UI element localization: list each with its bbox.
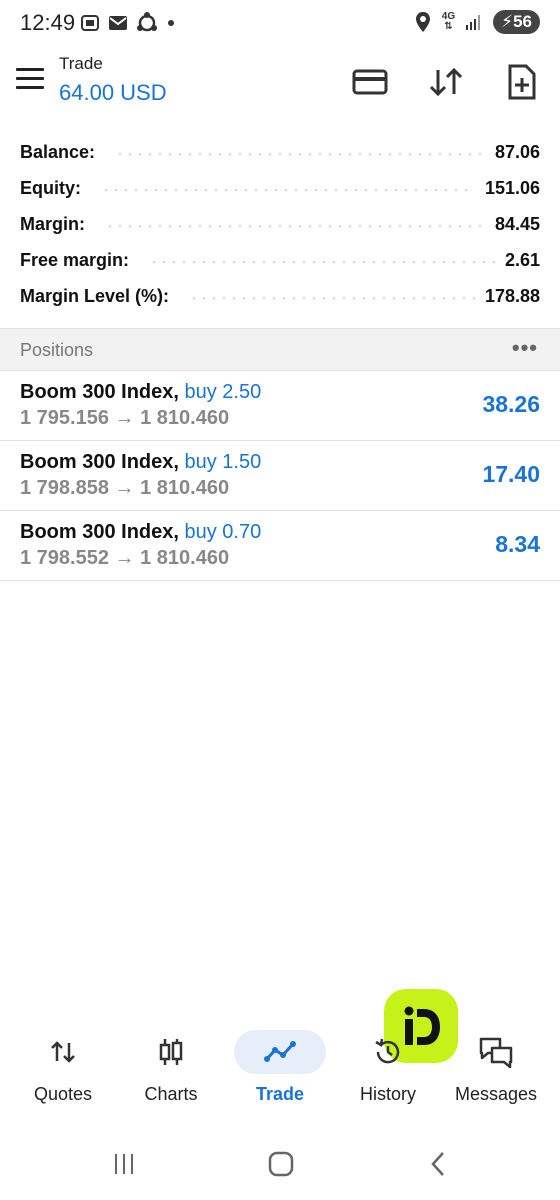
trade-line-icon — [234, 1030, 326, 1074]
position-symbol: Boom 300 Index, — [20, 521, 179, 543]
candlestick-icon — [125, 1030, 217, 1074]
positions-list: Boom 300 Index, buy 2.50 1 795.156 → 1 8… — [0, 371, 560, 581]
card-icon[interactable] — [350, 62, 390, 102]
summary-label: Margin Level (%): — [20, 285, 170, 306]
nav-label: Quotes — [33, 1084, 93, 1104]
summary-value: 2.61 — [504, 249, 540, 270]
battery-level: 56 — [513, 12, 532, 31]
quotes-arrows-icon — [17, 1030, 109, 1074]
summary-label: Margin: — [20, 213, 85, 234]
summary-row-equity: Equity: 151.06 — [0, 170, 560, 206]
back-icon[interactable] — [418, 1148, 458, 1180]
app-header: Trade 64.00 USD — [0, 50, 560, 120]
position-title: Boom 300 Index, buy 1.50 — [20, 451, 261, 474]
more-options-icon[interactable]: ••• — [512, 335, 538, 361]
new-document-icon[interactable] — [502, 62, 542, 102]
position-symbol: Boom 300 Index, — [20, 381, 179, 403]
page-title: Trade — [59, 54, 103, 73]
summary-label: Free margin: — [20, 249, 130, 270]
status-bar: 12:49 4G ⇅ ⚡56 — [0, 0, 560, 48]
nav-messages[interactable]: Messages — [441, 1030, 551, 1120]
position-row[interactable]: Boom 300 Index, buy 1.50 1 798.858 → 1 8… — [0, 441, 560, 511]
summary-value: 151.06 — [484, 177, 540, 198]
battery-icon: ⚡56 — [493, 10, 540, 34]
home-icon[interactable] — [261, 1148, 301, 1180]
position-prices: 1 798.552 → 1 810.460 — [20, 547, 230, 569]
status-time: 12:49 — [20, 10, 76, 35]
dotted-leader — [149, 261, 495, 263]
position-profit: 17.40 — [482, 461, 540, 487]
position-title: Boom 300 Index, buy 0.70 — [20, 521, 261, 544]
status-icons-right: 4G ⇅ ⚡56 — [414, 10, 540, 34]
position-side: buy 1.50 — [184, 451, 262, 473]
network-indicator: 4G ⇅ — [441, 11, 456, 32]
summary-value: 84.45 — [494, 213, 540, 234]
nav-label: Charts — [144, 1084, 198, 1104]
screenshot-icon — [81, 15, 99, 31]
positions-header: Positions ••• — [0, 328, 560, 371]
summary-row-margin: Margin: 84.45 — [0, 206, 560, 242]
summary-label: Balance: — [20, 141, 96, 162]
nav-label: Messages — [454, 1084, 538, 1104]
sort-arrows-icon[interactable] — [426, 62, 466, 102]
positions-title: Positions — [20, 340, 94, 360]
position-side: buy 2.50 — [184, 381, 262, 403]
system-navigation — [0, 1140, 560, 1190]
dotted-leader — [115, 153, 485, 155]
nav-charts[interactable]: Charts — [116, 1030, 226, 1120]
sync-icon — [137, 12, 157, 32]
summary-value: 178.88 — [484, 285, 540, 306]
position-title: Boom 300 Index, buy 2.50 — [20, 381, 261, 404]
position-profit: 38.26 — [482, 391, 540, 417]
signal-icon — [466, 15, 481, 30]
account-summary: Balance: 87.06 Equity: 151.06 Margin: 84… — [0, 134, 560, 314]
recent-apps-icon[interactable] — [104, 1148, 144, 1180]
position-symbol: Boom 300 Index, — [20, 451, 179, 473]
summary-label: Equity: — [20, 177, 81, 198]
summary-row-balance: Balance: 87.06 — [0, 134, 560, 170]
nav-quotes[interactable]: Quotes — [8, 1030, 118, 1120]
status-icons-left — [80, 12, 176, 34]
nav-history[interactable]: History — [333, 1030, 443, 1120]
messages-icon — [450, 1030, 542, 1074]
summary-row-free-margin: Free margin: 2.61 — [0, 242, 560, 278]
summary-value: 87.06 — [494, 141, 540, 162]
position-prices: 1 795.156 → 1 810.460 — [20, 407, 230, 429]
account-balance[interactable]: 64.00 USD — [59, 80, 167, 106]
mail-icon — [109, 16, 127, 30]
dotted-leader — [189, 297, 475, 299]
nav-label: History — [359, 1084, 416, 1104]
position-profit: 8.34 — [495, 531, 540, 557]
menu-icon[interactable] — [16, 68, 44, 90]
nav-label: Trade — [255, 1084, 305, 1104]
nav-trade[interactable]: Trade — [225, 1030, 335, 1120]
dotted-leader — [101, 189, 475, 191]
bottom-navigation: Quotes Charts Trade History Messages — [0, 1020, 560, 1120]
history-icon — [342, 1030, 434, 1074]
position-row[interactable]: Boom 300 Index, buy 2.50 1 795.156 → 1 8… — [0, 371, 560, 441]
position-side: buy 0.70 — [184, 521, 262, 543]
position-row[interactable]: Boom 300 Index, buy 0.70 1 798.552 → 1 8… — [0, 511, 560, 581]
location-icon — [415, 12, 430, 32]
summary-row-margin-level: Margin Level (%): 178.88 — [0, 278, 560, 314]
dotted-leader — [105, 225, 485, 227]
position-prices: 1 798.858 → 1 810.460 — [20, 477, 230, 499]
dot-icon — [168, 20, 174, 26]
